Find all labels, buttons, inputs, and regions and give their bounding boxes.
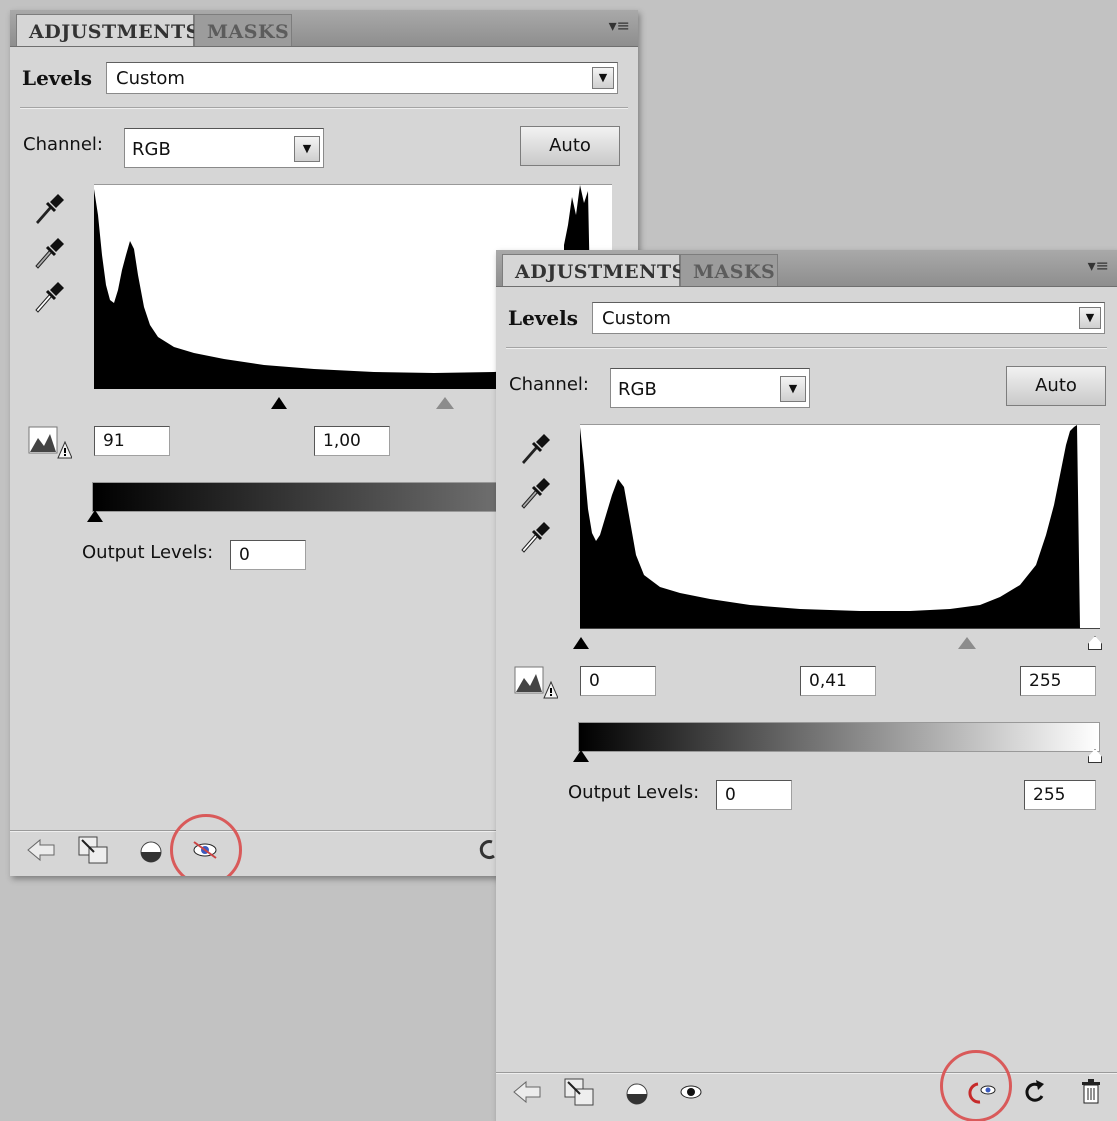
preset-value: Custom bbox=[116, 68, 185, 89]
output-black-field[interactable]: 0 bbox=[716, 780, 792, 810]
preset-dropdown[interactable]: Custom ▼ bbox=[106, 62, 618, 94]
return-arrow-icon[interactable] bbox=[24, 834, 58, 866]
adjustment-title: Levels bbox=[22, 66, 92, 90]
tab-masks[interactable]: MASKS bbox=[680, 254, 778, 286]
output-gradient-bar bbox=[578, 722, 1100, 752]
output-black-slider[interactable] bbox=[573, 750, 589, 762]
return-arrow-icon[interactable] bbox=[510, 1076, 544, 1108]
channel-label: Channel: bbox=[23, 134, 103, 155]
output-levels-label: Output Levels: bbox=[82, 542, 214, 563]
view-previous-state-icon[interactable] bbox=[966, 1076, 1000, 1108]
output-white-field[interactable]: 255 bbox=[1024, 780, 1096, 810]
trash-icon[interactable] bbox=[1074, 1076, 1108, 1108]
auto-button[interactable]: Auto bbox=[1006, 366, 1106, 406]
output-black-field[interactable]: 0 bbox=[230, 540, 306, 570]
divider bbox=[506, 347, 1107, 349]
channel-label: Channel: bbox=[509, 374, 589, 395]
clip-to-layer-icon[interactable] bbox=[76, 834, 110, 866]
tab-adjustments[interactable]: ADJUSTMENTS bbox=[16, 14, 199, 46]
white-point-eyedropper-icon[interactable] bbox=[516, 518, 552, 554]
chevron-down-icon[interactable]: ▼ bbox=[1079, 307, 1101, 329]
layer-visibility-circle-icon[interactable] bbox=[620, 1076, 654, 1108]
panel-menu-icon[interactable]: ▾≡ bbox=[609, 16, 630, 35]
gray-point-eyedropper-icon[interactable] bbox=[516, 474, 552, 510]
black-point-eyedropper-icon[interactable] bbox=[30, 190, 66, 226]
input-gamma-field[interactable]: 0,41 bbox=[800, 666, 876, 696]
histogram-graph bbox=[580, 425, 1080, 629]
clipping-warning-icon[interactable] bbox=[514, 666, 558, 700]
layer-visibility-circle-icon[interactable] bbox=[134, 834, 168, 866]
divider bbox=[20, 107, 628, 109]
channel-select[interactable]: RGB ▼ bbox=[124, 128, 324, 168]
input-gamma-slider[interactable] bbox=[958, 637, 976, 649]
histogram-baseline bbox=[580, 628, 1100, 629]
channel-value: RGB bbox=[132, 139, 171, 160]
eye-icon[interactable] bbox=[674, 1076, 708, 1108]
input-gamma-field[interactable]: 1,00 bbox=[314, 426, 390, 456]
clipping-warning-icon[interactable] bbox=[28, 426, 72, 460]
histogram bbox=[580, 424, 1100, 629]
channel-value: RGB bbox=[618, 379, 657, 400]
panel-tab-bar: ADJUSTMENTS MASKS ▾≡ bbox=[496, 250, 1117, 287]
black-point-eyedropper-icon[interactable] bbox=[516, 430, 552, 466]
levels-header: Levels Custom ▼ bbox=[22, 62, 618, 102]
input-black-field[interactable]: 91 bbox=[94, 426, 170, 456]
reset-icon[interactable] bbox=[1016, 1076, 1050, 1108]
input-gamma-slider[interactable] bbox=[436, 397, 454, 409]
chevron-down-icon[interactable]: ▼ bbox=[592, 67, 614, 89]
output-black-slider[interactable] bbox=[87, 510, 103, 522]
auto-button[interactable]: Auto bbox=[520, 126, 620, 166]
gray-point-eyedropper-icon[interactable] bbox=[30, 234, 66, 270]
white-point-eyedropper-icon[interactable] bbox=[30, 278, 66, 314]
input-black-slider[interactable] bbox=[271, 397, 287, 409]
adjustment-title: Levels bbox=[508, 306, 578, 330]
chevron-down-icon[interactable]: ▼ bbox=[294, 136, 320, 162]
panel-tab-bar: ADJUSTMENTS MASKS ▾≡ bbox=[10, 10, 638, 47]
preset-dropdown[interactable]: Custom ▼ bbox=[592, 302, 1105, 334]
preset-value: Custom bbox=[602, 308, 671, 329]
channel-select[interactable]: RGB ▼ bbox=[610, 368, 810, 408]
tab-masks[interactable]: MASKS bbox=[194, 14, 292, 46]
input-black-slider[interactable] bbox=[573, 637, 589, 649]
clip-to-layer-icon[interactable] bbox=[562, 1076, 596, 1108]
input-white-slider[interactable] bbox=[1088, 636, 1102, 650]
panel-menu-icon[interactable]: ▾≡ bbox=[1088, 256, 1109, 275]
input-black-field[interactable]: 0 bbox=[580, 666, 656, 696]
input-white-field[interactable]: 255 bbox=[1020, 666, 1096, 696]
output-levels-label: Output Levels: bbox=[568, 782, 700, 803]
visibility-toggle-icon[interactable] bbox=[188, 834, 222, 866]
adjustments-panel-after: ADJUSTMENTS MASKS ▾≡ Levels Custom ▼ Cha… bbox=[496, 250, 1117, 1121]
tab-adjustments[interactable]: ADJUSTMENTS bbox=[502, 254, 685, 286]
chevron-down-icon[interactable]: ▼ bbox=[780, 376, 806, 402]
levels-header: Levels Custom ▼ bbox=[508, 302, 1105, 342]
footer-divider bbox=[496, 1072, 1117, 1074]
